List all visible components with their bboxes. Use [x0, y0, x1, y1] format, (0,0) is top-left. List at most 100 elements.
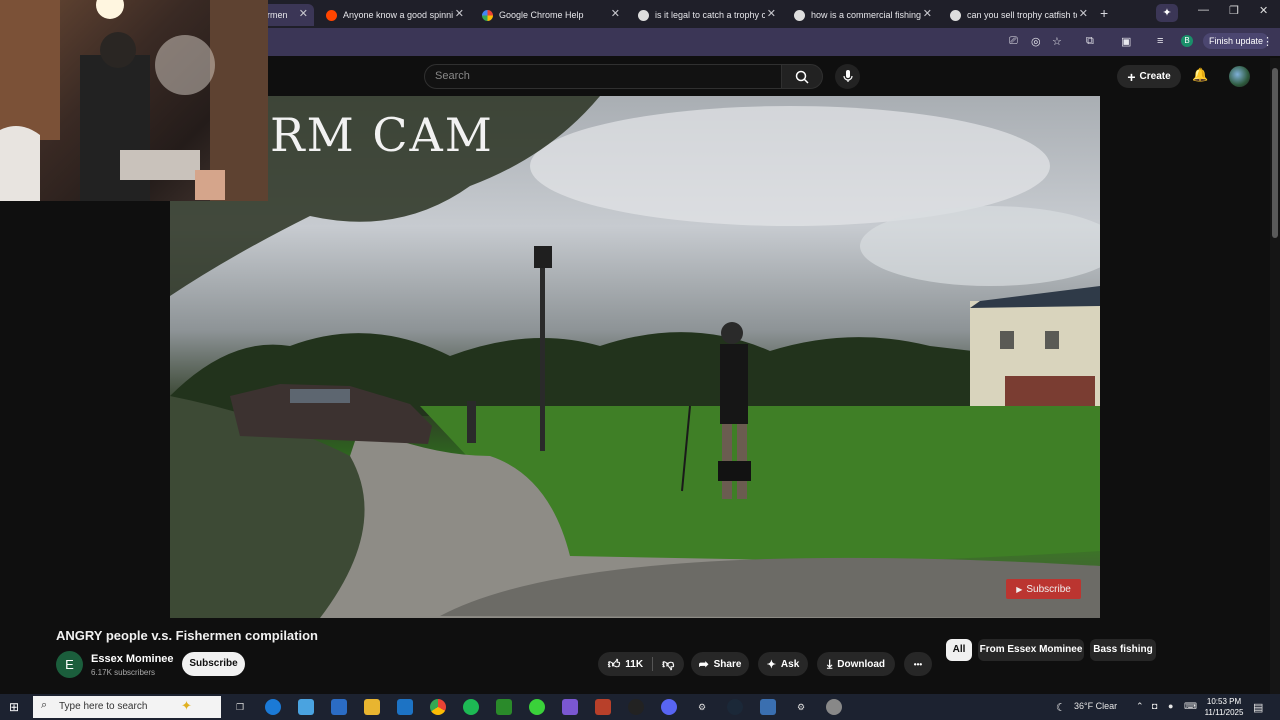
create-label: Create — [1139, 71, 1171, 82]
app-icon-green[interactable] — [496, 699, 512, 715]
menu-kebab-icon[interactable]: ⋮ — [1262, 35, 1273, 48]
chip-bass-fishing[interactable]: Bass fishing — [1090, 639, 1156, 661]
settings-gear-icon[interactable]: ⚙ — [694, 699, 710, 715]
file-explorer-icon[interactable] — [364, 699, 380, 715]
tab-label: Google Chrome Help — [499, 10, 584, 20]
minimize-icon[interactable]: — — [1198, 4, 1209, 16]
app-icon-navy[interactable] — [760, 699, 776, 715]
like-dislike-group: 👍︎ 11K 👎︎ — [598, 652, 684, 676]
finish-update-button[interactable]: Finish update — [1203, 33, 1270, 49]
app-icon-blue[interactable] — [397, 699, 413, 715]
keyboard-tray-icon[interactable]: ⌨ — [1184, 701, 1197, 712]
webcam-scene — [0, 0, 268, 201]
search-placeholder: Search — [435, 70, 470, 82]
edge-icon[interactable] — [265, 699, 281, 715]
watermark-label: Subscribe — [1026, 583, 1071, 595]
steam-icon[interactable] — [727, 699, 743, 715]
tab-sell-catfish[interactable]: can you sell trophy catfish to p ✕ — [946, 4, 1094, 26]
channel-name[interactable]: Essex Mominee — [91, 653, 174, 665]
like-divider — [652, 657, 654, 671]
page-scrollbar[interactable] — [1270, 58, 1280, 694]
voice-search-button[interactable] — [835, 64, 860, 89]
tab-youtube[interactable]: ermen ✕ — [262, 4, 314, 26]
tab-reddit[interactable]: Anyone know a good spinning ✕ — [322, 4, 470, 26]
account-avatar[interactable] — [1229, 66, 1250, 87]
ask-button[interactable]: ✦ Ask — [758, 652, 808, 676]
tab-trophy-cat[interactable]: is it legal to catch a trophy cat ✕ — [634, 4, 782, 26]
media-queue-icon[interactable]: ≡ — [1157, 35, 1163, 47]
video-title: ANGRY people v.s. Fishermen compilation — [56, 628, 318, 643]
tab-commercial-fishing[interactable]: how is a commercial fishing lic ✕ — [790, 4, 938, 26]
close-tab-icon[interactable]: ✕ — [299, 7, 308, 20]
google-favicon-icon — [950, 9, 961, 21]
channel-avatar[interactable]: E — [56, 651, 83, 678]
spotify-icon[interactable] — [463, 699, 479, 715]
clock-date: 11/11/2025 — [1204, 708, 1244, 717]
extensions-icon[interactable]: ⧉ — [1086, 35, 1094, 48]
tab-label: is it legal to catch a trophy cat — [655, 10, 765, 20]
app-icon-purple[interactable] — [562, 699, 578, 715]
google-favicon-icon — [794, 9, 805, 21]
split-view-icon[interactable]: ▣ — [1121, 35, 1131, 48]
new-tab-button[interactable]: + — [1100, 5, 1108, 21]
weather-text[interactable]: 36°F Clear — [1074, 701, 1117, 711]
install-app-icon[interactable]: ⎚ — [1009, 35, 1018, 48]
taskbar-search-input[interactable]: ⌕ Type here to search ✦ — [33, 696, 221, 718]
download-button[interactable]: ⤓ Download — [817, 652, 895, 676]
microphone-tray-icon[interactable]: ● — [1168, 701, 1173, 711]
search-input[interactable]: Search — [424, 64, 782, 89]
like-button[interactable]: 👍︎ 11K — [608, 657, 643, 672]
search-highlight-icon: ✦ — [181, 698, 192, 713]
tray-chevron-up-icon[interactable]: ⌃ — [1136, 701, 1144, 712]
profile-avatar[interactable]: B — [1181, 35, 1193, 47]
google-favicon-icon — [482, 9, 493, 21]
app-icon-lime[interactable] — [529, 699, 545, 715]
thumbs-down-icon: 👎︎ — [662, 656, 675, 671]
video-subscribe-watermark[interactable]: ▶ Subscribe — [1006, 579, 1081, 599]
store-icon[interactable] — [331, 699, 347, 715]
search-button[interactable] — [781, 64, 823, 89]
task-view-icon[interactable]: ❐ — [232, 699, 248, 715]
tab-label: Anyone know a good spinning — [343, 10, 453, 20]
tab-chrome-help[interactable]: Google Chrome Help ✕ — [478, 4, 626, 26]
notifications-bell-icon[interactable]: 🔔 — [1192, 67, 1208, 83]
hide-eye-icon[interactable]: ◎ — [1031, 35, 1041, 48]
tab-label: how is a commercial fishing lic — [811, 10, 921, 20]
windows-start-icon[interactable]: ⊞ — [9, 700, 19, 714]
system-clock[interactable]: 10:53 PM 11/11/2025 — [1200, 696, 1248, 718]
bookmark-star-icon[interactable]: ☆ — [1052, 35, 1062, 48]
chip-all[interactable]: All — [946, 639, 972, 661]
close-tab-icon[interactable]: ✕ — [611, 7, 620, 20]
tab-label: can you sell trophy catfish to p — [967, 10, 1077, 20]
gear-icon[interactable]: ⚙ — [793, 699, 809, 715]
close-tab-icon[interactable]: ✕ — [923, 7, 932, 20]
scrollbar-thumb[interactable] — [1272, 68, 1278, 238]
webcam-overlay — [0, 0, 268, 201]
restore-icon[interactable]: ❐ — [1229, 4, 1239, 17]
discord-icon[interactable] — [661, 699, 677, 715]
video-frame-scene — [170, 96, 1100, 618]
gemini-sparkle-icon[interactable]: ✦ — [1156, 4, 1178, 22]
app-icon-dark[interactable] — [628, 699, 644, 715]
close-tab-icon[interactable]: ✕ — [455, 7, 464, 20]
search-icon: ⌕ — [41, 699, 48, 711]
video-player[interactable] — [170, 96, 1100, 618]
dislike-button[interactable]: 👎︎ — [662, 657, 674, 672]
notification-center-icon[interactable]: ▤ — [1253, 701, 1263, 714]
app-icon-gray[interactable] — [826, 699, 842, 715]
subscribe-button[interactable]: Subscribe — [182, 652, 245, 676]
taskbar-search-placeholder: Type here to search — [59, 701, 148, 712]
tray-app-icon[interactable]: ◘ — [1152, 701, 1157, 711]
close-tab-icon[interactable]: ✕ — [1079, 7, 1088, 20]
more-actions-button[interactable]: ••• — [904, 652, 932, 676]
chip-from-channel[interactable]: From Essex Mominee — [978, 639, 1084, 661]
close-tab-icon[interactable]: ✕ — [767, 7, 776, 20]
copilot-icon[interactable] — [298, 699, 314, 715]
app-icon-red[interactable] — [595, 699, 611, 715]
chrome-icon[interactable] — [430, 699, 446, 715]
share-button[interactable]: ➦ Share — [691, 652, 749, 676]
close-window-icon[interactable]: ✕ — [1259, 4, 1268, 17]
youtube-logo-icon: ▶ — [1016, 584, 1023, 594]
create-button[interactable]: + Create — [1117, 65, 1181, 88]
search-icon — [795, 70, 809, 84]
